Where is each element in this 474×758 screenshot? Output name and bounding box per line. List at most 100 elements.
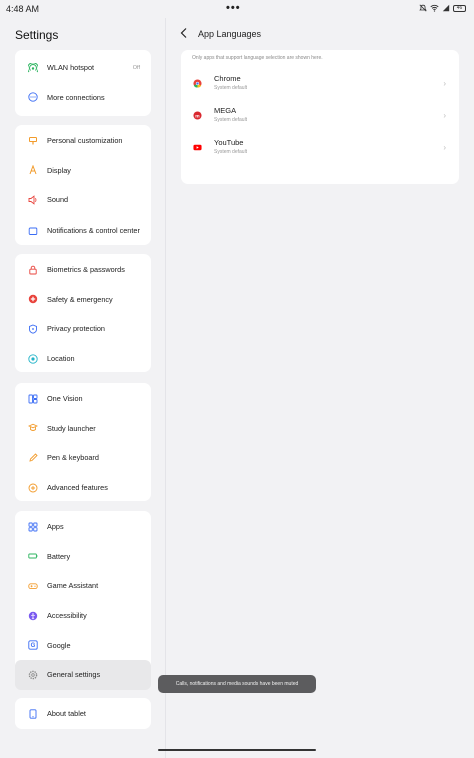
back-arrow-icon[interactable]: [179, 27, 189, 39]
sidebar-item-sound[interactable]: Sound: [15, 185, 151, 215]
emergency-icon: [28, 294, 38, 304]
home-indicator[interactable]: [158, 749, 316, 751]
app-list-note: Only apps that support language selectio…: [192, 55, 323, 61]
sidebar-item-label: Personal customization: [47, 136, 123, 146]
mute-icon: [419, 4, 427, 12]
sidebar-item-wlan-hotspot[interactable]: WLAN hotspot Off: [15, 53, 151, 83]
customization-icon: [28, 136, 38, 146]
sidebar-item-more-connections[interactable]: More connections: [15, 83, 151, 113]
accessibility-icon: [28, 611, 38, 621]
status-time: 4:48 AM: [6, 4, 40, 14]
sidebar-item-game-assistant[interactable]: Game Assistant: [15, 571, 151, 601]
sidebar-item-pen-keyboard[interactable]: Pen & keyboard: [15, 443, 151, 473]
sidebar-item-label: General settings: [47, 670, 101, 680]
sidebar-item-label: Apps: [47, 522, 64, 532]
pen-icon: [28, 453, 38, 463]
svg-text:m: m: [195, 114, 200, 119]
sidebar-item-label: Battery: [47, 551, 71, 561]
sidebar-item-one-vision[interactable]: One Vision: [15, 384, 151, 414]
status-bar: 4:48 AM ••• 46: [0, 0, 474, 18]
study-icon: [28, 423, 38, 433]
advanced-icon: [28, 483, 38, 493]
app-language-status: System default: [214, 117, 248, 123]
app-languages-pane: App Languages Only apps that support lan…: [166, 18, 474, 758]
sidebar-item-advanced-features[interactable]: Advanced features: [15, 473, 151, 503]
app-row-chrome[interactable]: Chrome System default ›: [181, 67, 459, 99]
location-icon: [28, 353, 38, 364]
app-row-youtube[interactable]: YouTube System default ›: [181, 131, 459, 163]
sidebar-item-label: Advanced features: [47, 483, 108, 493]
app-list-card: Only apps that support language selectio…: [181, 50, 459, 184]
notifications-icon: [28, 226, 38, 236]
sidebar-item-study-launcher[interactable]: Study launcher: [15, 414, 151, 444]
game-icon: [28, 581, 38, 591]
battery-icon: [28, 551, 38, 561]
sidebar-item-safety[interactable]: Safety & emergency: [15, 285, 151, 315]
one-vision-icon: [28, 394, 38, 404]
settings-group-system: Apps Battery Game Assistant Accessibilit…: [15, 511, 151, 690]
sidebar-item-label: Sound: [47, 195, 69, 205]
sidebar-item-label: Accessibility: [47, 611, 87, 621]
mega-icon: m: [193, 111, 202, 120]
toast-message: Calls, notifications and media sounds ha…: [158, 675, 316, 693]
settings-title: Settings: [15, 28, 59, 42]
signal-icon: [442, 4, 450, 12]
chrome-icon: [193, 79, 202, 88]
youtube-icon: [193, 144, 202, 151]
sidebar-item-general-settings[interactable]: General settings: [15, 659, 151, 690]
sidebar-item-label: More connections: [47, 92, 105, 102]
settings-group-features: One Vision Study launcher Pen & keyboard…: [15, 383, 151, 501]
chevron-right-icon: ›: [443, 143, 446, 152]
sidebar-item-google[interactable]: G Google: [15, 630, 151, 660]
hotspot-icon: [28, 62, 38, 73]
svg-text:G: G: [31, 643, 36, 649]
sidebar-item-label: Display: [47, 165, 71, 175]
multitask-dots-icon[interactable]: •••: [226, 2, 241, 14]
apps-icon: [28, 522, 38, 532]
tablet-icon: [28, 709, 38, 719]
chevron-right-icon: ›: [443, 79, 446, 88]
sidebar-item-location[interactable]: Location: [15, 344, 151, 374]
hotspot-status: Off: [132, 64, 140, 71]
gear-icon: [28, 670, 38, 680]
sidebar-item-label: Notifications & control center: [47, 226, 140, 236]
google-icon: G: [28, 640, 38, 650]
sidebar-item-label: Game Assistant: [47, 581, 99, 591]
sidebar-item-label: Pen & keyboard: [47, 453, 99, 463]
settings-group-about: About tablet: [15, 698, 151, 729]
status-icons: 46: [419, 4, 466, 12]
sidebar-item-label: Biometrics & passwords: [47, 265, 125, 275]
sidebar-item-display[interactable]: Display: [15, 156, 151, 186]
app-name: MEGA: [214, 106, 237, 115]
sidebar-item-label: WLAN hotspot: [47, 63, 95, 73]
battery-status-icon: 46: [453, 4, 466, 12]
sidebar-item-accessibility[interactable]: Accessibility: [15, 601, 151, 631]
app-language-status: System default: [214, 149, 248, 155]
sidebar-item-notifications[interactable]: Notifications & control center: [15, 215, 151, 247]
page-title: App Languages: [198, 29, 262, 39]
settings-group-connections: WLAN hotspot Off More connections: [15, 50, 151, 116]
sidebar-item-privacy[interactable]: Privacy protection: [15, 314, 151, 344]
app-name: Chrome: [214, 74, 241, 83]
chevron-right-icon: ›: [443, 111, 446, 120]
sidebar-item-label: Safety & emergency: [47, 294, 113, 304]
app-language-status: System default: [214, 85, 248, 91]
lock-icon: [28, 265, 38, 275]
settings-sidebar: Settings WLAN hotspot Off More connectio…: [0, 18, 165, 758]
sidebar-item-personal-customization[interactable]: Personal customization: [15, 126, 151, 156]
shield-icon: [28, 324, 38, 334]
sidebar-item-label: Privacy protection: [47, 324, 105, 334]
sidebar-item-label: Google: [47, 640, 71, 650]
sidebar-item-battery[interactable]: Battery: [15, 542, 151, 572]
sidebar-item-apps[interactable]: Apps: [15, 512, 151, 542]
settings-group-security: Biometrics & passwords Safety & emergenc…: [15, 254, 151, 372]
sound-icon: [28, 195, 38, 205]
app-row-mega[interactable]: m MEGA System default ›: [181, 99, 459, 131]
sidebar-item-about-tablet[interactable]: About tablet: [15, 699, 151, 729]
sidebar-item-biometrics[interactable]: Biometrics & passwords: [15, 255, 151, 285]
sidebar-item-label: Study launcher: [47, 423, 96, 433]
app-name: YouTube: [214, 138, 244, 147]
more-connections-icon: [28, 92, 38, 103]
settings-group-personalization: Personal customization Display Sound Not…: [15, 125, 151, 245]
sidebar-item-label: About tablet: [47, 709, 86, 719]
